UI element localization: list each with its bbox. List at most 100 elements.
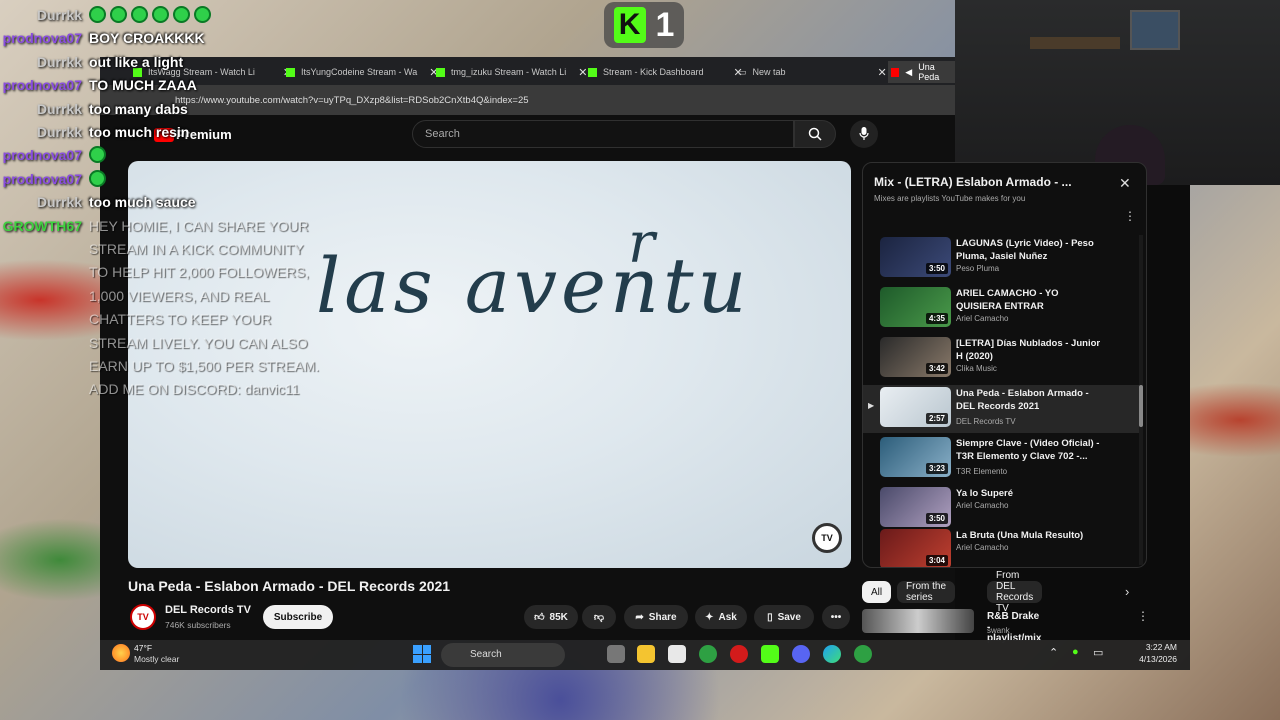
chat-text: TO MUCH ZAAA (89, 77, 197, 94)
dislike-button[interactable]: 👎︎ (582, 605, 616, 629)
weather-temp[interactable]: 47°F (134, 643, 152, 653)
chat-username: Durrkk (36, 124, 82, 140)
emote-icon (131, 6, 148, 23)
playlist-item[interactable]: 3:50 Ya lo Superé Ariel Camacho (863, 485, 1139, 533)
chip-from-series[interactable]: From the series (897, 581, 955, 603)
recommended-channel: swank (987, 626, 1010, 635)
playlist-subtitle: Mixes are playlists YouTube makes for yo… (874, 194, 1026, 203)
chat-message: STREAM LIVELY. YOU CAN ALSO (0, 332, 330, 354)
xbox-icon[interactable] (699, 645, 717, 663)
chat-username: Durrkk (36, 194, 82, 211)
clock-time[interactable]: 3:22 AM (1113, 642, 1177, 652)
start-button[interactable] (413, 645, 431, 663)
chevron-right-icon[interactable]: › (1125, 584, 1129, 599)
subscriber-count: 746K subscribers (165, 620, 231, 630)
chat-text: STREAM IN A KICK COMMUNITY (89, 241, 304, 257)
file-explorer-icon[interactable] (637, 645, 655, 663)
search-button[interactable] (794, 120, 836, 148)
chip-all[interactable]: All (862, 581, 892, 603)
chat-username: prodnova07 (2, 147, 82, 164)
chat-message: Durrkk too much resin (0, 121, 330, 143)
counter-value: 1 (655, 5, 675, 44)
playlist-item[interactable]: 3:23 Siempre Clave - (Video Oficial) - T… (863, 435, 1139, 483)
search-icon (808, 127, 822, 141)
ask-button[interactable]: ✦ Ask (695, 605, 747, 629)
bookmark-icon: ▯ (767, 611, 773, 623)
subscribe-button[interactable]: Subscribe (263, 605, 333, 629)
chat-message: EARN UP TO $1,500 PER STREAM. (0, 355, 330, 377)
xbox-game-bar-icon[interactable] (854, 645, 872, 663)
like-button[interactable]: 👍︎ 85K (524, 605, 578, 629)
playlist-item[interactable]: 3:50 LAGUNAS (Lyric Video) - Peso Pluma,… (863, 235, 1139, 283)
video-title: Una Peda - Eslabon Armado - DEL Records … (128, 578, 451, 594)
chat-username: prodnova07 (2, 77, 82, 94)
chat-text: EARN UP TO $1,500 PER STREAM. (89, 358, 320, 374)
tab-tmg-izuku[interactable]: tmg_izuku Stream - Watch Li ✕ (436, 61, 587, 83)
opera-icon[interactable] (730, 645, 748, 663)
voice-search-button[interactable] (850, 120, 878, 148)
kick-counter-badge: K 1 (604, 2, 684, 48)
playlist-item-current[interactable]: ▶ 2:57 Una Peda - Eslabon Armado - DEL R… (863, 385, 1139, 433)
playlist-item[interactable]: 3:42 [LETRA] Días Nublados - Junior H (2… (863, 335, 1139, 383)
playlist-scroll-thumb[interactable] (1139, 385, 1143, 427)
tab-new-tab[interactable]: ▭ New tab ✕ (738, 61, 887, 83)
save-button[interactable]: ▯ Save (754, 605, 814, 629)
webcam-feed (955, 0, 1280, 185)
stream-chat-overlay: Durrkk prodnova07 BOY CROAKKKK Durrkk out li… (0, 4, 330, 397)
microphone-icon[interactable]: ● (1072, 646, 1079, 658)
recommended-thumbnail[interactable] (862, 609, 974, 633)
search-input[interactable]: Search (412, 120, 794, 148)
chat-text (89, 168, 110, 190)
chat-message: ADD ME ON DISCORD: danvic11 (0, 378, 330, 400)
youtube-favicon-icon (891, 67, 900, 77)
playlist-item[interactable]: 3:04 La Bruta (Una Mula Resulto) Ariel C… (863, 527, 1139, 567)
kick-app-icon[interactable] (761, 645, 779, 663)
playlist-panel: Mix - (LETRA) Eslabon Armado - ... Mixes… (862, 162, 1147, 568)
video-lyric-text: las aventu (316, 241, 751, 330)
kick-favicon-icon (436, 67, 445, 77)
playlist-item[interactable]: 4:35 ARIEL CAMACHO - YO QUISIERA ENTRAR … (863, 285, 1139, 333)
chip-from-channel[interactable]: From DEL Records TV (987, 570, 1043, 614)
emote-icon (194, 6, 211, 23)
share-button[interactable]: ➦ Share (624, 605, 688, 629)
share-icon: ➦ (635, 611, 644, 623)
close-tab-icon[interactable]: ✕ (878, 66, 887, 79)
chat-message: STREAM IN A KICK COMMUNITY (0, 238, 330, 260)
chat-text: out like a light (89, 53, 184, 70)
windows-taskbar: 47°F Mostly clear Search ⌃ ● ▭ 3:22 AM 4… (100, 640, 1190, 670)
channel-name[interactable]: DEL Records TV (165, 604, 251, 616)
edge-icon[interactable] (823, 645, 841, 663)
task-view-icon[interactable] (607, 645, 625, 663)
chat-text (89, 4, 215, 26)
chat-username: Durrkk (36, 53, 82, 70)
more-vertical-icon[interactable]: ⋮ (1137, 609, 1149, 623)
discord-icon[interactable] (792, 645, 810, 663)
emote-icon (152, 6, 169, 23)
close-tab-icon[interactable]: ✕ (578, 66, 587, 79)
tab-una-peda[interactable]: ◀ Una Peda (888, 61, 955, 83)
chat-text: CHATTERS TO KEEP YOUR (89, 311, 272, 328)
network-icon[interactable]: ▭ (1093, 646, 1103, 659)
playlist-scrollbar[interactable] (1139, 235, 1143, 565)
weather-condition[interactable]: Mostly clear (134, 654, 179, 664)
more-actions-button[interactable]: ••• (822, 605, 850, 629)
weather-icon[interactable] (112, 644, 130, 662)
chat-username: prodnova07 (2, 30, 82, 47)
channel-watermark[interactable]: TV (812, 523, 842, 553)
chat-text: too much resin (89, 124, 190, 140)
chat-text: too much sauce (89, 194, 196, 211)
new-tab-icon: ▭ (738, 66, 747, 77)
chat-message: TO HELP HIT 2,000 FOLLOWERS, (0, 261, 330, 283)
channel-avatar[interactable]: TV (130, 604, 156, 630)
store-icon[interactable] (668, 645, 686, 663)
kick-favicon-icon (588, 67, 597, 77)
tab-kick-dashboard[interactable]: Stream - Kick Dashboard ✕ (588, 61, 743, 83)
more-vertical-icon[interactable]: ⋮ (1124, 209, 1136, 223)
taskbar-search[interactable]: Search (441, 643, 565, 667)
close-icon[interactable]: ✕ (1119, 175, 1131, 192)
clock-date[interactable]: 4/13/2026 (1113, 654, 1177, 664)
chevron-up-icon[interactable]: ⌃ (1049, 646, 1058, 659)
emote-icon (173, 6, 190, 23)
chat-text: TO HELP HIT 2,000 FOLLOWERS, (89, 264, 310, 281)
chat-text: HEY HOMIE, I CAN SHARE YOUR (89, 217, 309, 234)
